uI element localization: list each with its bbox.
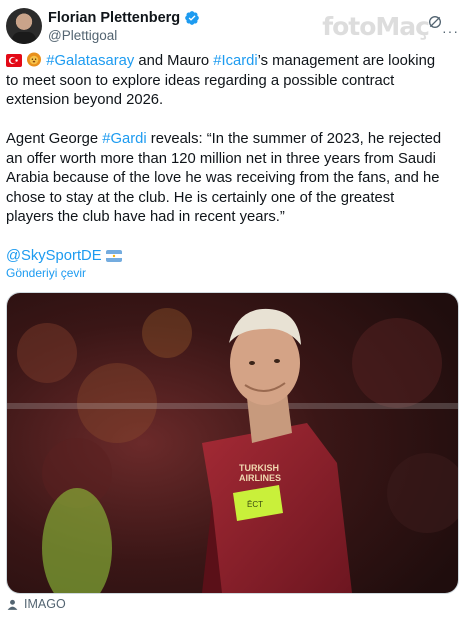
tweet-text: #Galatasaray and Mauro #Icardi’s managem…: [6, 52, 446, 286]
mention-skysportde[interactable]: @SkySportDE: [6, 248, 102, 264]
tweet-header: Florian Plettenberg @Plettigoal fotoMaç …: [6, 8, 459, 48]
translate-post-link[interactable]: Gönderiyi çevir: [6, 266, 86, 280]
sponsor-line-2: AIRLINES: [239, 473, 281, 483]
more-options-icon[interactable]: ···: [442, 23, 459, 39]
author-avatar[interactable]: [6, 8, 42, 44]
person-icon: [7, 599, 18, 610]
author-name-row: Florian Plettenberg: [48, 10, 200, 26]
tweet-media-photo[interactable]: TURKISH AIRLINES ĒCT: [6, 292, 459, 594]
photo-credit: IMAGO: [6, 597, 66, 611]
turkey-flag-icon: [6, 54, 22, 67]
author-name[interactable]: Florian Plettenberg: [48, 10, 180, 26]
tweet-text-segment: Agent George: [6, 131, 103, 147]
hashtag-icardi[interactable]: #Icardi: [213, 53, 257, 69]
armband-text: ĒCT: [247, 500, 263, 509]
player-photo: TURKISH AIRLINES ĒCT: [7, 293, 458, 593]
lion-icon: [27, 52, 42, 67]
hashtag-galatasaray[interactable]: #Galatasaray: [46, 53, 134, 69]
hashtag-gardi[interactable]: #Gardi: [102, 131, 146, 147]
sponsor-line-1: TURKISH: [239, 463, 279, 473]
photo-credit-label: IMAGO: [24, 597, 66, 611]
grok-icon[interactable]: [427, 14, 443, 30]
watermark-logo: fotoMaç: [322, 12, 430, 41]
argentina-flag-icon: [105, 250, 122, 262]
author-handle[interactable]: @Plettigoal: [48, 28, 117, 43]
tweet-text-segment: and Mauro: [134, 53, 214, 69]
verified-badge-icon: [185, 11, 199, 25]
